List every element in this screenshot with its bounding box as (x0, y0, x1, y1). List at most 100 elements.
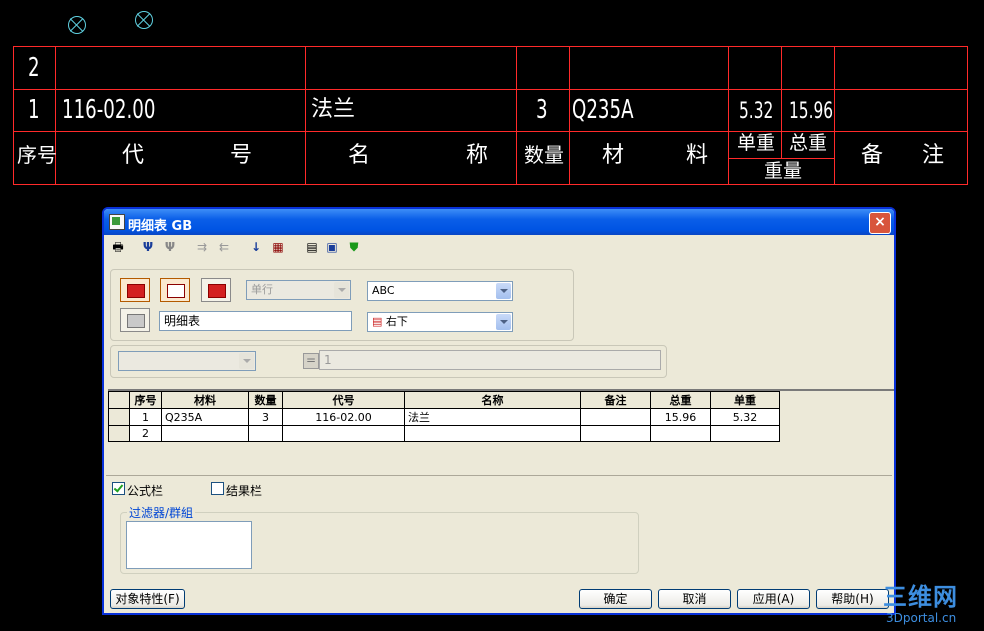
cad-header-unit-weight: 单重 (737, 132, 776, 154)
table-cell[interactable] (580, 408, 651, 426)
formula-input[interactable]: 1 (319, 350, 661, 370)
watermark-url: 3Dportal.cn (886, 611, 957, 625)
col-header[interactable]: 总重 (650, 391, 711, 409)
grid-divider (106, 475, 892, 476)
merge-icon[interactable]: ⇉ (194, 239, 210, 255)
filter-list[interactable] (126, 521, 252, 569)
cad-header-code-a: 代 (122, 143, 145, 168)
table-grid-icon (167, 284, 185, 298)
table-cell[interactable]: Q235A (161, 408, 249, 426)
table-cell[interactable]: 2 (129, 425, 162, 442)
formula-bar-label: 公式栏 (127, 484, 164, 498)
table-cell[interactable] (282, 425, 405, 442)
field-select[interactable] (118, 351, 256, 371)
row-header[interactable] (108, 408, 130, 426)
table-bottom-icon (208, 284, 226, 298)
cad-table-line (516, 46, 517, 185)
cad-table-line (728, 46, 729, 185)
cad-unit-weight-value: 5.32 (739, 99, 774, 124)
cad-name-value: 法兰 (311, 97, 356, 122)
table-cell[interactable] (710, 425, 780, 442)
cad-header-code-b: 号 (230, 143, 253, 168)
table-cell[interactable] (650, 425, 711, 442)
chevron-down-icon (334, 282, 349, 298)
insert-row-icon[interactable]: Ψ (140, 239, 156, 255)
cad-symbol-icon (68, 16, 86, 34)
cad-table-line (569, 46, 570, 185)
table-style-icon (127, 284, 145, 298)
cad-header-material-b: 料 (686, 143, 709, 168)
chevron-down-icon (239, 353, 254, 369)
split-icon[interactable]: ⇇ (216, 239, 232, 255)
filter-group-label: 过滤器/群組 (127, 504, 196, 521)
sort-icon[interactable]: ↓ (248, 239, 264, 255)
cad-total-weight-value: 15.96 (789, 99, 834, 124)
col-header[interactable]: 代号 (282, 391, 405, 409)
cad-table-line (305, 46, 306, 185)
print-icon[interactable]: 🖶 (110, 239, 126, 255)
cad-header-name-a: 名 (348, 143, 371, 168)
save-icon[interactable]: ▣ (324, 239, 340, 255)
row-mode-select[interactable]: 单行 (246, 280, 351, 300)
col-header[interactable]: 序号 (129, 391, 162, 409)
result-bar-checkbox[interactable] (211, 482, 224, 495)
table-props-button[interactable] (120, 308, 150, 332)
copy-icon[interactable]: ▤ (304, 239, 320, 255)
object-properties-button[interactable]: 对象特性(F) (110, 589, 185, 609)
cancel-button[interactable]: 取消 (658, 589, 731, 609)
chevron-down-icon (496, 314, 511, 330)
cad-qty-value: 3 (536, 95, 548, 125)
table-cell[interactable]: 法兰 (404, 408, 581, 426)
col-header[interactable]: 数量 (248, 391, 283, 409)
col-header[interactable]: 材料 (161, 391, 249, 409)
position-select[interactable]: ▤ 右下 (367, 312, 513, 332)
table-name-input[interactable]: 明细表 (159, 311, 352, 331)
table-cell[interactable] (248, 425, 283, 442)
result-bar-label: 结果栏 (226, 484, 263, 498)
table-cell[interactable] (161, 425, 249, 442)
cad-header-qty: 数量 (524, 143, 564, 167)
ok-button[interactable]: 确定 (579, 589, 652, 609)
cad-header-seq: 序号 (17, 143, 57, 167)
font-value: ABC (372, 284, 395, 297)
cad-table-line (13, 89, 968, 90)
header-bottom-button[interactable] (201, 278, 231, 302)
col-header[interactable]: 备注 (580, 391, 651, 409)
header-top-button[interactable] (120, 278, 150, 302)
cad-table-line (834, 46, 835, 185)
shield-icon[interactable]: ⛊ (346, 239, 362, 255)
cad-header-total-weight: 总重 (789, 132, 828, 154)
corner-cell[interactable] (108, 391, 130, 409)
row-header[interactable] (108, 425, 130, 442)
table-cell[interactable]: 116-02.00 (282, 408, 405, 426)
apply-button[interactable]: 应用(A) (737, 589, 810, 609)
formula-bar-checkbox[interactable] (112, 482, 125, 495)
dialog-titlebar[interactable]: 明细表 GB × (104, 209, 894, 235)
col-header[interactable]: 单重 (710, 391, 780, 409)
help-button[interactable]: 帮助(H) (816, 589, 889, 609)
delete-row-icon[interactable]: Ψ (162, 239, 178, 255)
row-mode-value: 单行 (251, 283, 273, 296)
watermark-logo: 三维网 (883, 583, 958, 611)
table-cell[interactable]: 3 (248, 408, 283, 426)
font-select[interactable]: ABC (367, 281, 513, 301)
position-icon: ▤ (372, 315, 386, 328)
table-cell[interactable] (404, 425, 581, 442)
cad-table-line (13, 46, 968, 47)
header-grid-button[interactable] (160, 278, 190, 302)
dialog-title: 明细表 GB (128, 219, 193, 234)
cad-header-remark-b: 注 (922, 143, 945, 168)
table-cell[interactable]: 1 (129, 408, 162, 426)
col-header[interactable]: 名称 (404, 391, 581, 409)
table-cell[interactable] (580, 425, 651, 442)
cad-table-line (781, 46, 782, 159)
table-cell[interactable]: 5.32 (710, 408, 780, 426)
cad-header-name-b: 称 (466, 143, 489, 168)
table-cell[interactable]: 15.96 (650, 408, 711, 426)
cad-table-line (13, 184, 968, 185)
close-button[interactable]: × (869, 212, 891, 234)
cad-material-value: Q235A (572, 95, 634, 125)
cad-table-line (967, 46, 968, 185)
table-icon[interactable]: ▦ (270, 239, 286, 255)
cad-row-number: 2 (28, 53, 40, 83)
